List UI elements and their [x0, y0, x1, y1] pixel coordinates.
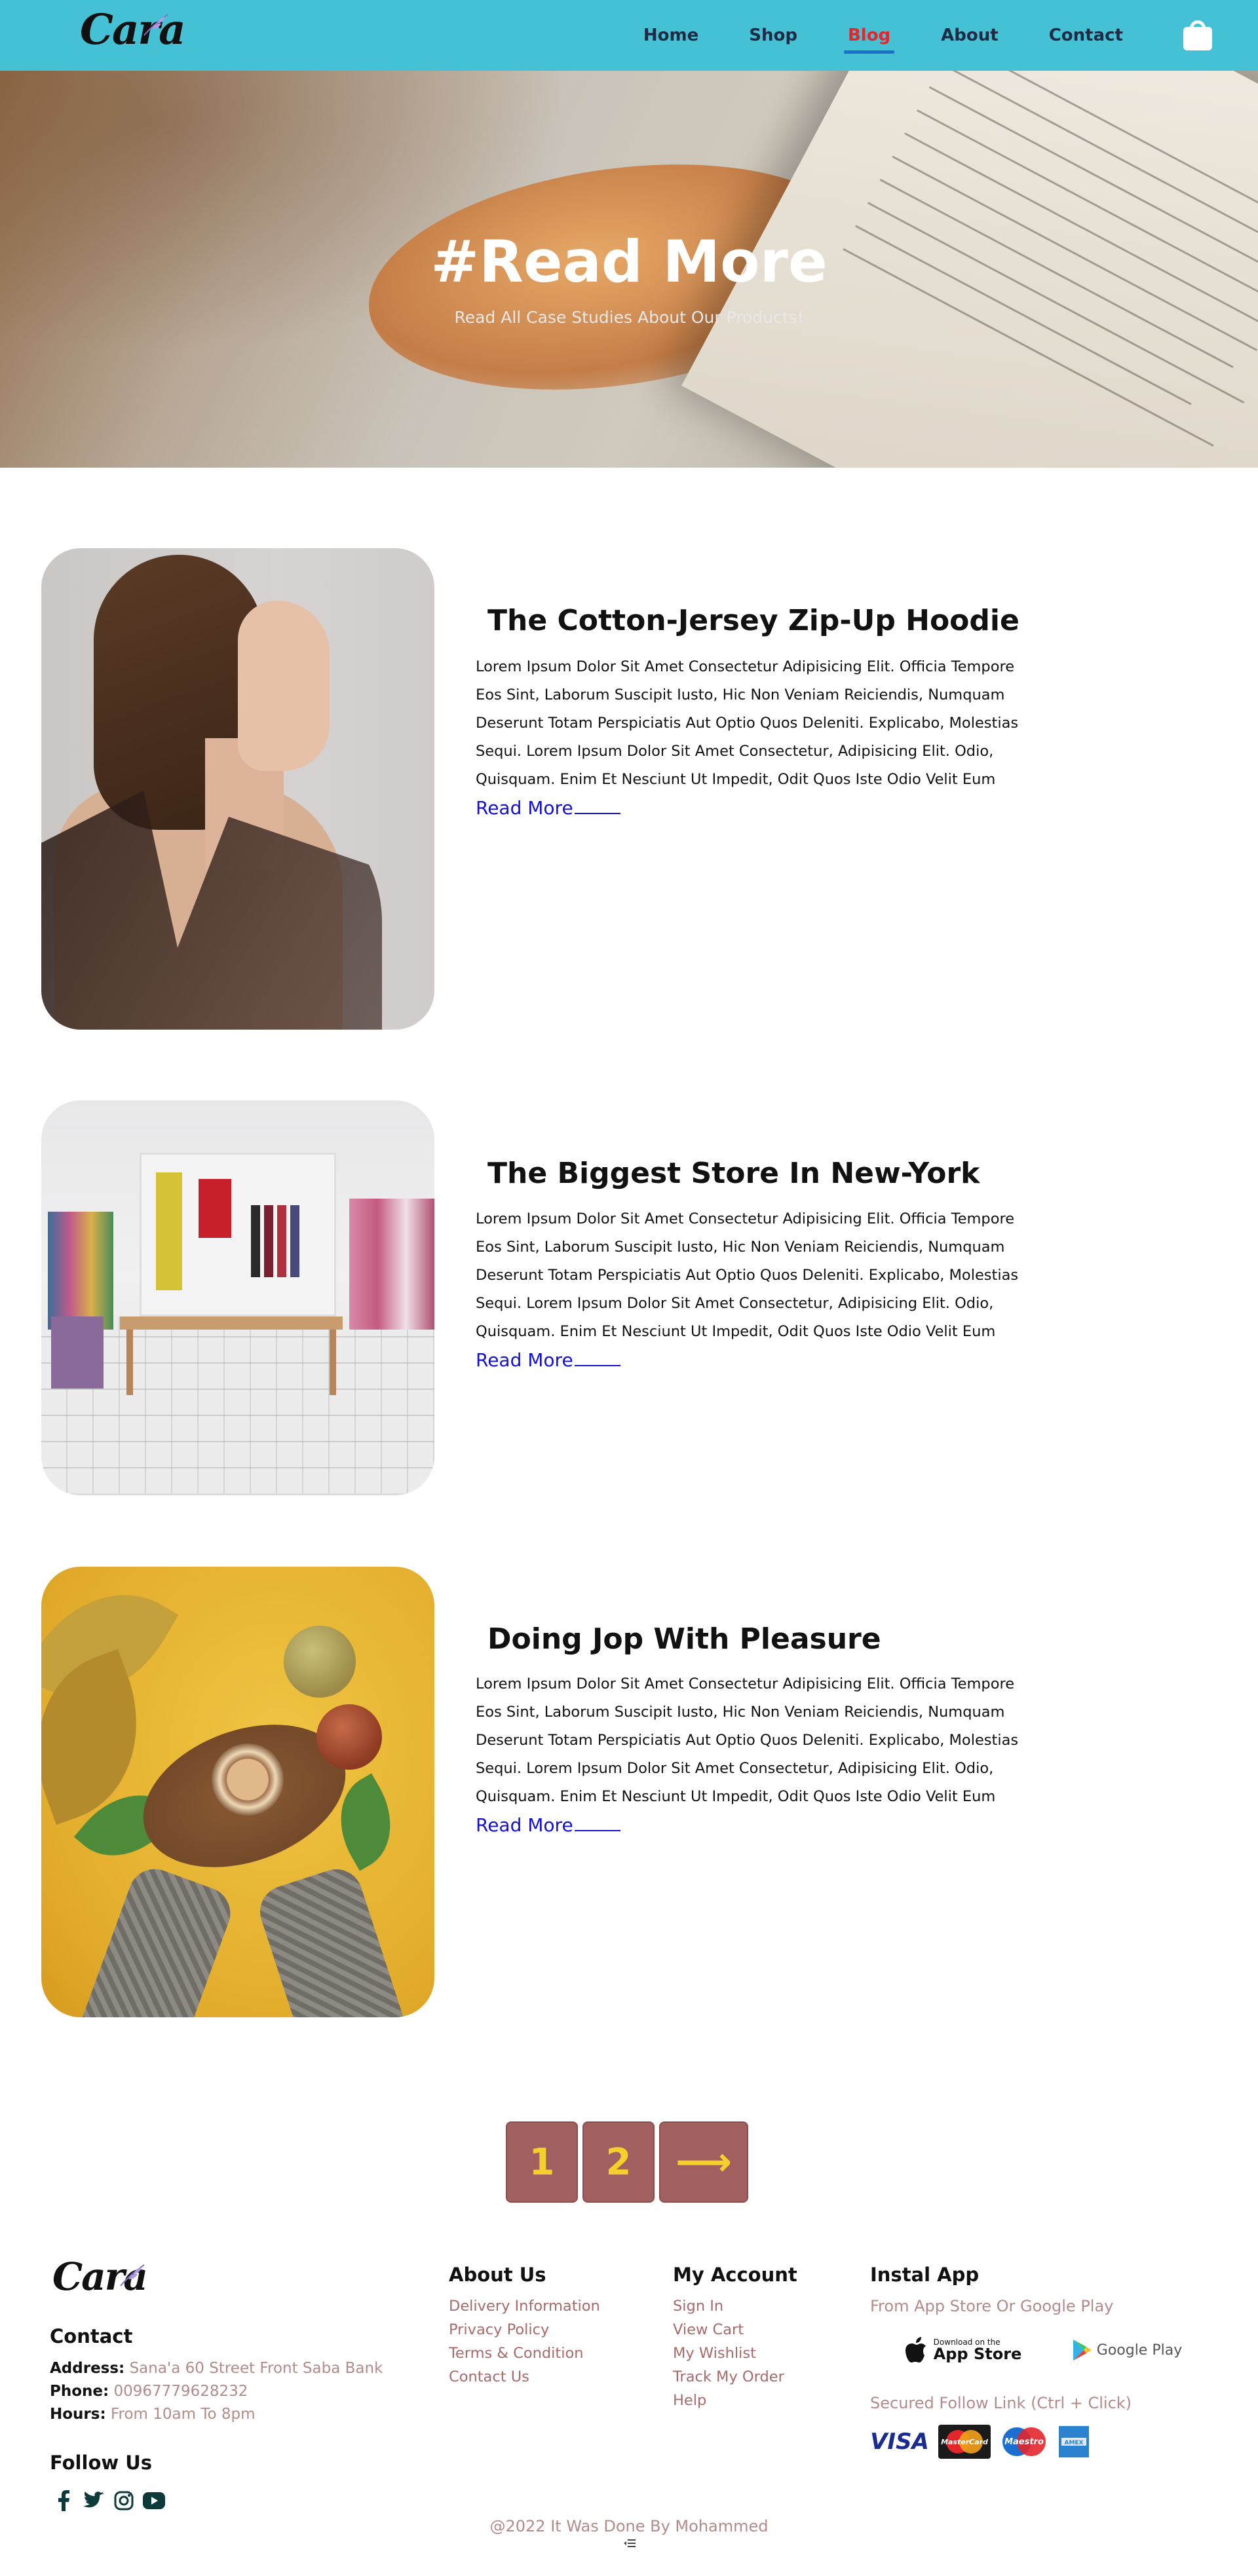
- post-body-text: Lorem Ipsum Dolor Sit Amet Consectetur A…: [476, 658, 1019, 788]
- main-nav: Home Shop Blog About Contact: [593, 0, 1258, 71]
- post-title: The Biggest Store In New-York: [487, 1157, 980, 1190]
- link-help[interactable]: Help: [673, 2392, 706, 2409]
- pagination: 1 2 ⟶: [506, 2121, 753, 2203]
- visa-icon: VISA: [870, 2425, 929, 2459]
- app-heading: Instal App: [870, 2264, 980, 2286]
- address-label: Address:: [50, 2360, 125, 2377]
- post-body: Lorem Ipsum Dolor Sit Amet Consectetur A…: [476, 653, 1020, 824]
- post-image-autumn: [41, 1567, 434, 2017]
- instagram-icon[interactable]: [109, 2488, 139, 2514]
- shopping-bag-icon[interactable]: [1183, 20, 1212, 50]
- about-heading: About Us: [449, 2264, 546, 2286]
- nav-contact[interactable]: Contact: [1049, 26, 1123, 45]
- menu-indent-icon[interactable]: [624, 2539, 636, 2548]
- nav-about[interactable]: About: [941, 26, 999, 45]
- post-body: Lorem Ipsum Dolor Sit Amet Consectetur A…: [476, 1205, 1020, 1376]
- phone-value: 00967779628232: [113, 2383, 248, 2400]
- top-navbar: Cara Home Shop Blog About Contact: [0, 0, 1258, 71]
- mastercard-icon: MasterCard: [938, 2425, 991, 2459]
- link-delivery-information[interactable]: Delivery Information: [449, 2298, 600, 2315]
- hero-subtitle: Read All Case Studies About Our Products…: [454, 308, 804, 327]
- facebook-icon[interactable]: [48, 2488, 79, 2514]
- google-play-icon: [1073, 2340, 1092, 2361]
- contact-heading: Contact: [50, 2325, 133, 2347]
- youtube-icon[interactable]: [139, 2488, 169, 2514]
- app-store-text: App Store: [933, 2345, 1022, 2363]
- app-subtitle: From App Store Or Google Play: [870, 2297, 1114, 2315]
- hours-value: From 10am To 8pm: [110, 2406, 256, 2423]
- read-more-link[interactable]: Read More: [476, 797, 620, 819]
- google-play-button[interactable]: Google Play: [1048, 2332, 1206, 2368]
- read-more-link[interactable]: Read More: [476, 1349, 620, 1371]
- nav-shop[interactable]: Shop: [749, 26, 797, 45]
- amex-text: AMEX: [1064, 2440, 1083, 2446]
- account-heading: My Account: [673, 2264, 797, 2286]
- hero-banner: #Read More Read All Case Studies About O…: [0, 71, 1258, 468]
- read-more-label: Read More: [476, 797, 573, 819]
- visa-text: VISA: [870, 2429, 929, 2455]
- page-1-button[interactable]: 1: [506, 2121, 578, 2203]
- read-more-label: Read More: [476, 1814, 573, 1836]
- link-terms-condition[interactable]: Terms & Condition: [449, 2345, 583, 2362]
- hero-title: #Read More: [430, 228, 828, 295]
- phone-line: Phone: 00967779628232: [50, 2383, 248, 2400]
- nav-blog[interactable]: Blog: [843, 26, 895, 54]
- apple-icon: [905, 2337, 926, 2362]
- hours-line: Hours: From 10am To 8pm: [50, 2406, 256, 2423]
- copyright-text: @2022 It Was Done By Mohammed: [489, 2517, 769, 2535]
- post-body: Lorem Ipsum Dolor Sit Amet Consectetur A…: [476, 1670, 1020, 1841]
- post-image-woman: [41, 548, 434, 1030]
- app-store-button[interactable]: Download on the App Store: [885, 2332, 1042, 2368]
- follow-heading: Follow Us: [50, 2452, 153, 2474]
- read-more-link[interactable]: Read More: [476, 1814, 620, 1836]
- maestro-text: Maestro: [1004, 2437, 1044, 2447]
- social-links: [48, 2488, 169, 2514]
- maestro-icon: Maestro: [997, 2425, 1051, 2459]
- post-title: Doing Jop With Pleasure: [487, 1622, 881, 1656]
- address-line: Address: Sana'a 60 Street Front Saba Ban…: [50, 2360, 383, 2377]
- link-privacy-policy[interactable]: Privacy Policy: [449, 2321, 549, 2338]
- hours-label: Hours:: [50, 2406, 106, 2423]
- logo-leaf-icon: [143, 14, 168, 36]
- post-body-text: Lorem Ipsum Dolor Sit Amet Consectetur A…: [476, 1675, 1019, 1805]
- read-more-label: Read More: [476, 1349, 573, 1371]
- google-play-text: Google Play: [1096, 2342, 1183, 2359]
- twitter-icon[interactable]: [79, 2488, 109, 2514]
- amex-icon: AMEX: [1059, 2425, 1089, 2459]
- post-title: The Cotton-Jersey Zip-Up Hoodie: [487, 604, 1020, 637]
- page-2-button[interactable]: 2: [582, 2121, 655, 2203]
- link-my-wishlist[interactable]: My Wishlist: [673, 2345, 756, 2362]
- nav-home[interactable]: Home: [643, 26, 698, 45]
- post-image-store: [41, 1100, 434, 1495]
- link-sign-in[interactable]: Sign In: [673, 2298, 723, 2315]
- link-contact-us[interactable]: Contact Us: [449, 2368, 529, 2385]
- link-view-cart[interactable]: View Cart: [673, 2321, 744, 2338]
- phone-label: Phone:: [50, 2383, 109, 2400]
- secured-link-text: Secured Follow Link (Ctrl + Click): [870, 2394, 1132, 2412]
- address-value: Sana'a 60 Street Front Saba Bank: [129, 2360, 383, 2377]
- footer-logo-leaf-icon: [120, 2264, 145, 2287]
- next-page-button[interactable]: ⟶: [659, 2121, 748, 2203]
- mastercard-text: MasterCard: [941, 2438, 988, 2446]
- post-body-text: Lorem Ipsum Dolor Sit Amet Consectetur A…: [476, 1210, 1019, 1340]
- link-track-my-order[interactable]: Track My Order: [673, 2368, 784, 2385]
